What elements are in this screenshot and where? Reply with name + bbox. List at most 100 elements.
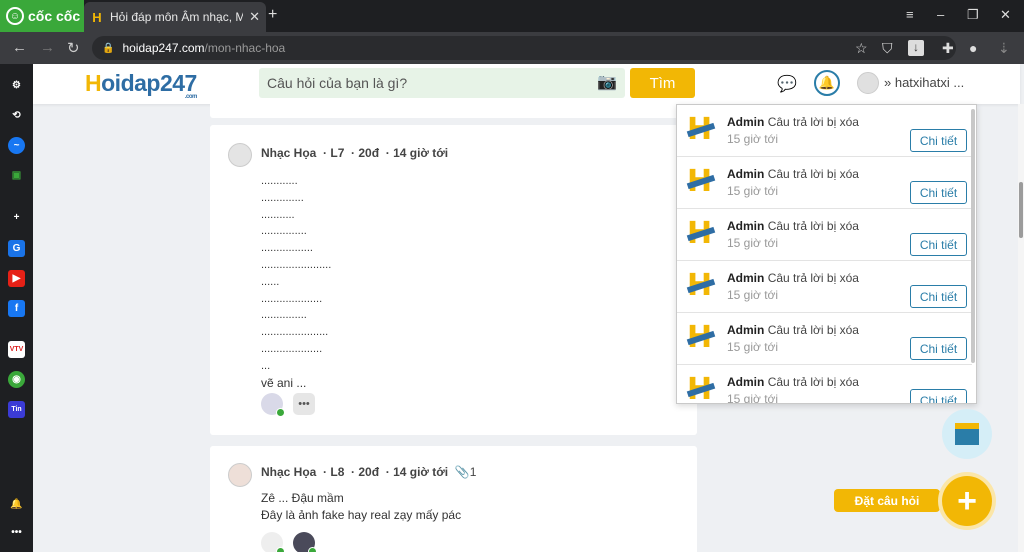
- body-line: ....................: [261, 292, 323, 305]
- notification-item[interactable]: H Admin Câu trả lời bị xóa 15 giờ tới Ch…: [677, 365, 972, 403]
- notification-item[interactable]: H Admin Câu trả lời bị xóa 15 giờ tới Ch…: [677, 105, 972, 157]
- body-line: .................: [261, 242, 313, 255]
- settings-icon[interactable]: ⚙: [8, 77, 25, 94]
- minimize-icon[interactable]: –: [937, 7, 944, 22]
- author-avatar[interactable]: [228, 463, 252, 487]
- restore-icon[interactable]: ❐: [967, 7, 979, 23]
- detail-button[interactable]: Chi tiết: [910, 233, 967, 256]
- close-window-icon[interactable]: ✕: [1000, 7, 1011, 23]
- add-shortcut-icon[interactable]: +: [8, 209, 25, 226]
- ask-question-label[interactable]: Đặt câu hỏi: [834, 489, 940, 512]
- body-line: Zê ... Đậu mầm: [261, 491, 344, 505]
- author-level: L7: [330, 146, 345, 160]
- previous-question-card: [210, 104, 697, 118]
- tab-search-icon[interactable]: ≡: [906, 7, 914, 22]
- notification-message: Câu trả lời bị xóa: [767, 271, 859, 285]
- body-line: ......................: [261, 326, 329, 339]
- profile-icon[interactable]: ●: [969, 40, 977, 56]
- camera-icon[interactable]: 📷: [595, 72, 619, 92]
- tab-active[interactable]: H Hỏi đáp môn Âm nhạc, Mỹ th ✕: [84, 2, 266, 32]
- body-line: ...: [261, 359, 271, 372]
- coccoc-logo-icon: ☺: [6, 7, 24, 25]
- question-body[interactable]: Zê ... Đậu mầm Đây là ảnh fake hay real …: [261, 490, 461, 524]
- notification-item[interactable]: H Admin Câu trả lời bị xóa 15 giờ tới Ch…: [677, 313, 972, 365]
- download-manager-icon[interactable]: ↓: [908, 40, 924, 56]
- notifications-scrollbar[interactable]: [971, 109, 975, 363]
- attachment-icon: 📎: [454, 465, 470, 479]
- gift-button[interactable]: [942, 409, 992, 459]
- body-line: ..............: [261, 191, 304, 204]
- body-line: ............: [261, 175, 298, 187]
- youtube-icon[interactable]: ▶: [8, 270, 25, 287]
- coccoc-map-icon[interactable]: ◉: [8, 371, 25, 388]
- user-avatar[interactable]: [857, 72, 879, 94]
- notification-item[interactable]: H Admin Câu trả lời bị xóa 15 giờ tới Ch…: [677, 261, 972, 313]
- translate-icon[interactable]: G: [8, 240, 25, 257]
- messenger-icon[interactable]: ~: [8, 137, 25, 154]
- author-name[interactable]: Nhạc Họa: [261, 465, 316, 479]
- back-icon[interactable]: ←: [12, 39, 27, 56]
- bookmark-star-icon[interactable]: ☆: [855, 40, 868, 57]
- detail-button[interactable]: Chi tiết: [910, 285, 967, 308]
- notification-sender: Admin: [727, 271, 765, 285]
- new-tab-button[interactable]: +: [268, 6, 277, 24]
- notifications-bell-icon[interactable]: 🔔: [814, 70, 840, 96]
- more-icon[interactable]: •••: [8, 524, 25, 541]
- author-avatar[interactable]: [228, 143, 252, 167]
- search-button[interactable]: Tìm: [630, 68, 695, 98]
- ask-question-button[interactable]: +: [942, 476, 992, 526]
- address-bar: ← → ↻ 🔒 hoidap247.com/mon-nhac-hoa ☆ ⛉ ↓…: [0, 32, 1024, 64]
- tab-title: Hỏi đáp môn Âm nhạc, Mỹ th: [110, 10, 244, 24]
- detail-button[interactable]: Chi tiết: [910, 181, 967, 204]
- answerer-avatar[interactable]: [261, 393, 285, 417]
- body-line: ......: [261, 275, 280, 288]
- reload-icon[interactable]: ↻: [67, 39, 80, 57]
- tab-close-icon[interactable]: ✕: [249, 9, 260, 25]
- author-name[interactable]: Nhạc Họa: [261, 146, 316, 160]
- downloads-icon[interactable]: ⇣: [998, 40, 1010, 57]
- answerer-avatar[interactable]: [293, 532, 317, 552]
- url-host: hoidap247.com: [122, 41, 205, 55]
- hoidap-logo-icon: H: [686, 322, 716, 354]
- question-body[interactable]: ............ .............. ........... …: [261, 173, 331, 391]
- notification-bell-icon[interactable]: 🔔: [8, 496, 25, 513]
- hoidap-logo-icon: H: [686, 374, 716, 403]
- page-scrollbar[interactable]: [1018, 104, 1024, 552]
- game-icon[interactable]: ▣: [8, 167, 25, 184]
- notification-time: 15 giờ tới: [727, 236, 779, 250]
- page-scrollbar-thumb[interactable]: [1019, 182, 1023, 238]
- url-field[interactable]: 🔒 hoidap247.com/mon-nhac-hoa: [92, 36, 956, 60]
- question-card[interactable]: Nhạc Họa · L8 · 20đ · 14 giờ tới 📎1 Zê .…: [210, 446, 697, 552]
- notification-message: Câu trả lời bị xóa: [767, 375, 859, 389]
- history-icon[interactable]: ⟲: [8, 107, 25, 124]
- coccoc-brand-button[interactable]: ☺ cốc cốc: [0, 0, 84, 32]
- facebook-icon[interactable]: f: [8, 300, 25, 317]
- hoidap-logo-icon: H: [686, 218, 716, 250]
- question-card[interactable]: Nhạc Họa · L7 · 20đ · 14 giờ tới .......…: [210, 125, 697, 435]
- question-points: 20đ: [358, 465, 380, 479]
- forward-icon[interactable]: →: [40, 39, 55, 56]
- notification-item[interactable]: H Admin Câu trả lời bị xóa 15 giờ tới Ch…: [677, 157, 972, 209]
- notification-item[interactable]: H Admin Câu trả lời bị xóa 15 giờ tới Ch…: [677, 209, 972, 261]
- hoidap247-logo[interactable]: Hoidap247 .com: [85, 70, 197, 100]
- verified-check-icon: [276, 547, 285, 552]
- answerer-avatar[interactable]: [261, 532, 285, 552]
- notification-message: Câu trả lời bị xóa: [767, 167, 859, 181]
- question-points: 20đ: [358, 146, 380, 160]
- verified-check-icon: [276, 408, 285, 417]
- news-icon[interactable]: Tin: [8, 401, 25, 418]
- detail-button[interactable]: Chi tiết: [910, 129, 967, 152]
- body-line: vẽ ani ...: [261, 375, 307, 390]
- detail-button[interactable]: Chi tiết: [910, 337, 967, 360]
- chat-icon[interactable]: 💬: [777, 74, 797, 94]
- body-line: .......................: [261, 258, 332, 271]
- extensions-icon[interactable]: ✚: [942, 40, 954, 57]
- url-path: /mon-nhac-hoa: [204, 41, 286, 55]
- user-menu[interactable]: » hatxihatxi ...: [884, 75, 964, 90]
- question-meta: Nhạc Họa · L7 · 20đ · 14 giờ tới: [261, 146, 449, 160]
- search-input[interactable]: Câu hỏi của bạn là gì? 📷: [259, 68, 625, 98]
- detail-button[interactable]: Chi tiết: [910, 389, 967, 403]
- vtv-icon[interactable]: VTV: [8, 341, 25, 358]
- shield-icon[interactable]: ⛉: [882, 40, 893, 57]
- comment-bubble-icon[interactable]: •••: [293, 393, 315, 415]
